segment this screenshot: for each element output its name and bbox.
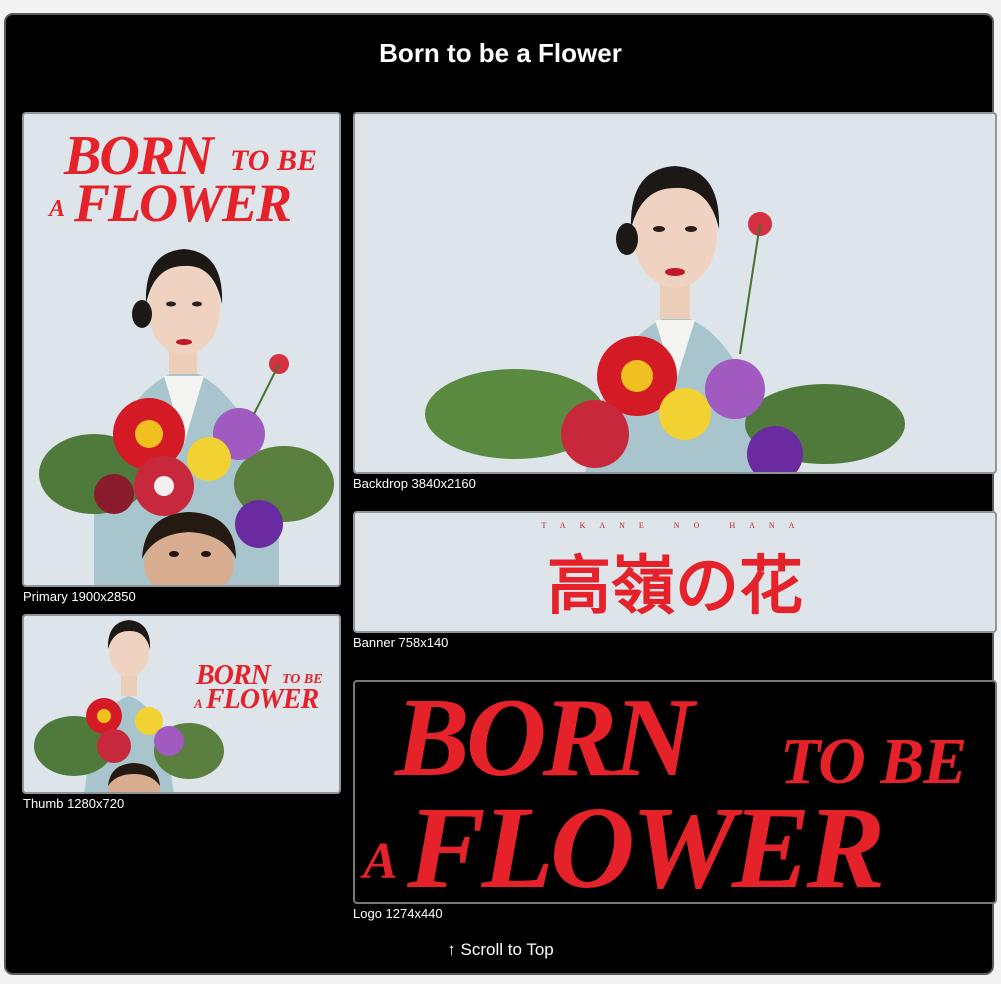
logo-caption: Logo 1274x440 bbox=[353, 906, 443, 921]
scroll-to-top-button[interactable]: ↑ Scroll to Top bbox=[0, 940, 1001, 960]
thumb-caption: Thumb 1280x720 bbox=[23, 796, 125, 811]
thumb-image[interactable]: BORN TO BE A FLOWER bbox=[22, 614, 341, 794]
banner-image[interactable]: TAKANE NO HANA 高嶺の花 bbox=[353, 511, 997, 633]
backdrop-caption: Backdrop 3840x2160 bbox=[353, 476, 476, 491]
banner-romaji: TAKANE NO HANA bbox=[541, 521, 809, 530]
banner-caption: Banner 758x140 bbox=[353, 635, 449, 650]
thumb-title-flower: FLOWER bbox=[206, 684, 319, 715]
backdrop-image[interactable] bbox=[353, 112, 997, 474]
portrait-figure bbox=[39, 249, 334, 585]
primary-image[interactable]: BORN TO BE A FLOWER bbox=[22, 112, 341, 587]
banner-kanji: 高嶺の花 bbox=[547, 549, 803, 624]
primary-caption: Primary 1900x2850 bbox=[23, 589, 136, 604]
logo-a: A bbox=[363, 833, 398, 890]
logo-image[interactable]: BORN TO BE A FLOWER bbox=[353, 680, 997, 904]
page-title: Born to be a Flower bbox=[379, 38, 622, 68]
thumb-title-a: A bbox=[194, 696, 203, 711]
logo-flower: FLOWER bbox=[407, 782, 885, 904]
backdrop-figure bbox=[425, 166, 905, 472]
